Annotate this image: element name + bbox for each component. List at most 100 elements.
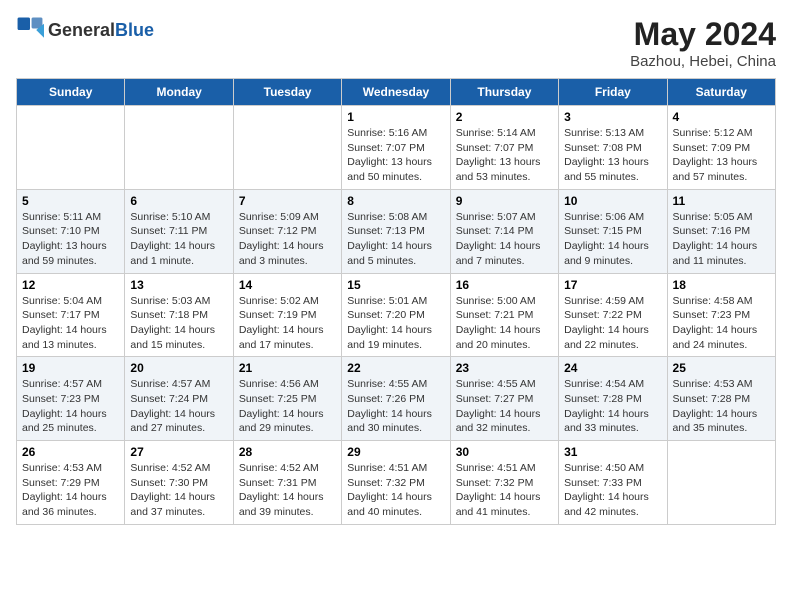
day-number: 30 [456,445,553,459]
day-number: 27 [130,445,227,459]
day-number: 15 [347,278,444,292]
day-info: Sunrise: 4:52 AM Sunset: 7:31 PM Dayligh… [239,461,336,520]
day-number: 31 [564,445,661,459]
calendar-cell: 24 Sunrise: 4:54 AM Sunset: 7:28 PM Dayli… [559,357,667,441]
calendar-cell: 20Sunrise: 4:57 AM Sunset: 7:24 PM Dayli… [125,357,233,441]
day-number: 25 [673,361,770,375]
day-number: 10 [564,194,661,208]
weekday-header-row: SundayMondayTuesdayWednesdayThursdayFrid… [17,79,776,106]
day-number: 26 [22,445,119,459]
day-info: Sunrise: 5:16 AM Sunset: 7:07 PM Dayligh… [347,126,444,185]
day-info: Sunrise: 5:13 AM Sunset: 7:08 PM Dayligh… [564,126,661,185]
day-number: 5 [22,194,119,208]
calendar-cell: 15Sunrise: 5:01 AM Sunset: 7:20 PM Dayli… [342,273,450,357]
day-info: Sunrise: 4:55 AM Sunset: 7:27 PM Dayligh… [456,377,553,436]
day-info: Sunrise: 4:58 AM Sunset: 7:23 PM Dayligh… [673,294,770,353]
calendar-cell: 18 Sunrise: 4:58 AM Sunset: 7:23 PM Dayli… [667,273,775,357]
calendar-cell: 28 Sunrise: 4:52 AM Sunset: 7:31 PM Dayli… [233,441,341,525]
day-number: 19 [22,361,119,375]
calendar-cell: 19 Sunrise: 4:57 AM Sunset: 7:23 PM Dayli… [17,357,125,441]
calendar-cell [17,106,125,190]
day-info: Sunrise: 5:11 AM Sunset: 7:10 PM Dayligh… [22,210,119,269]
calendar-cell: 31Sunrise: 4:50 AM Sunset: 7:33 PM Dayli… [559,441,667,525]
week-row-5: 26Sunrise: 4:53 AM Sunset: 7:29 PM Dayli… [17,441,776,525]
day-info: Sunrise: 5:02 AM Sunset: 7:19 PM Dayligh… [239,294,336,353]
calendar-cell: 12Sunrise: 5:04 AM Sunset: 7:17 PM Dayli… [17,273,125,357]
day-info: Sunrise: 5:07 AM Sunset: 7:14 PM Dayligh… [456,210,553,269]
weekday-header-saturday: Saturday [667,79,775,106]
day-info: Sunrise: 5:09 AM Sunset: 7:12 PM Dayligh… [239,210,336,269]
day-info: Sunrise: 5:12 AM Sunset: 7:09 PM Dayligh… [673,126,770,185]
calendar-cell: 14 Sunrise: 5:02 AM Sunset: 7:19 PM Dayli… [233,273,341,357]
calendar-cell: 21Sunrise: 4:56 AM Sunset: 7:25 PM Dayli… [233,357,341,441]
day-number: 29 [347,445,444,459]
calendar-cell: 4 Sunrise: 5:12 AM Sunset: 7:09 PM Daylig… [667,106,775,190]
day-number: 14 [239,278,336,292]
day-number: 4 [673,110,770,124]
day-info: Sunrise: 4:51 AM Sunset: 7:32 PM Dayligh… [456,461,553,520]
weekday-header-friday: Friday [559,79,667,106]
logo-blue: Blue [115,20,154,41]
day-number: 6 [130,194,227,208]
calendar-cell: 17 Sunrise: 4:59 AM Sunset: 7:22 PM Dayli… [559,273,667,357]
day-info: Sunrise: 4:59 AM Sunset: 7:22 PM Dayligh… [564,294,661,353]
day-number: 9 [456,194,553,208]
day-info: Sunrise: 4:51 AM Sunset: 7:32 PM Dayligh… [347,461,444,520]
week-row-1: 1 Sunrise: 5:16 AM Sunset: 7:07 PM Daylig… [17,106,776,190]
calendar-cell [125,106,233,190]
calendar-cell: 6 Sunrise: 5:10 AM Sunset: 7:11 PM Daylig… [125,189,233,273]
calendar-cell: 3 Sunrise: 5:13 AM Sunset: 7:08 PM Daylig… [559,106,667,190]
day-info: Sunrise: 5:05 AM Sunset: 7:16 PM Dayligh… [673,210,770,269]
day-number: 20 [130,361,227,375]
day-number: 11 [673,194,770,208]
day-number: 24 [564,361,661,375]
day-number: 22 [347,361,444,375]
day-number: 16 [456,278,553,292]
calendar-table: SundayMondayTuesdayWednesdayThursdayFrid… [16,78,776,525]
day-number: 1 [347,110,444,124]
calendar-cell: 16 Sunrise: 5:00 AM Sunset: 7:21 PM Dayli… [450,273,558,357]
day-info: Sunrise: 5:08 AM Sunset: 7:13 PM Dayligh… [347,210,444,269]
calendar-cell: 2Sunrise: 5:14 AM Sunset: 7:07 PM Daylig… [450,106,558,190]
logo-general: General [48,20,115,41]
page-header: GeneralBlue May 2024 Bazhou, Hebei, Chin… [16,16,776,70]
day-number: 12 [22,278,119,292]
month-title: May 2024 [630,16,776,53]
day-info: Sunrise: 5:10 AM Sunset: 7:11 PM Dayligh… [130,210,227,269]
weekday-header-monday: Monday [125,79,233,106]
day-info: Sunrise: 4:55 AM Sunset: 7:26 PM Dayligh… [347,377,444,436]
weekday-header-thursday: Thursday [450,79,558,106]
day-number: 7 [239,194,336,208]
calendar-cell: 1 Sunrise: 5:16 AM Sunset: 7:07 PM Daylig… [342,106,450,190]
logo-text: GeneralBlue [48,20,154,41]
calendar-cell: 5 Sunrise: 5:11 AM Sunset: 7:10 PM Daylig… [17,189,125,273]
weekday-header-tuesday: Tuesday [233,79,341,106]
calendar-cell: 22 Sunrise: 4:55 AM Sunset: 7:26 PM Dayli… [342,357,450,441]
calendar-cell: 9 Sunrise: 5:07 AM Sunset: 7:14 PM Daylig… [450,189,558,273]
calendar-cell: 10 Sunrise: 5:06 AM Sunset: 7:15 PM Dayli… [559,189,667,273]
calendar-cell: 23Sunrise: 4:55 AM Sunset: 7:27 PM Dayli… [450,357,558,441]
day-number: 17 [564,278,661,292]
day-number: 18 [673,278,770,292]
day-number: 28 [239,445,336,459]
day-number: 8 [347,194,444,208]
calendar-cell: 29 Sunrise: 4:51 AM Sunset: 7:32 PM Dayli… [342,441,450,525]
calendar-cell: 11 Sunrise: 5:05 AM Sunset: 7:16 PM Dayli… [667,189,775,273]
day-info: Sunrise: 5:06 AM Sunset: 7:15 PM Dayligh… [564,210,661,269]
logo: GeneralBlue [16,16,154,44]
week-row-2: 5 Sunrise: 5:11 AM Sunset: 7:10 PM Daylig… [17,189,776,273]
calendar-cell [667,441,775,525]
day-info: Sunrise: 4:53 AM Sunset: 7:28 PM Dayligh… [673,377,770,436]
calendar-cell: 30 Sunrise: 4:51 AM Sunset: 7:32 PM Dayli… [450,441,558,525]
day-info: Sunrise: 5:00 AM Sunset: 7:21 PM Dayligh… [456,294,553,353]
day-info: Sunrise: 4:52 AM Sunset: 7:30 PM Dayligh… [130,461,227,520]
calendar-cell: 13Sunrise: 5:03 AM Sunset: 7:18 PM Dayli… [125,273,233,357]
day-number: 3 [564,110,661,124]
calendar-cell: 8 Sunrise: 5:08 AM Sunset: 7:13 PM Daylig… [342,189,450,273]
location-title: Bazhou, Hebei, China [630,53,776,70]
day-info: Sunrise: 4:56 AM Sunset: 7:25 PM Dayligh… [239,377,336,436]
day-info: Sunrise: 4:54 AM Sunset: 7:28 PM Dayligh… [564,377,661,436]
day-info: Sunrise: 4:57 AM Sunset: 7:23 PM Dayligh… [22,377,119,436]
calendar-cell: 25 Sunrise: 4:53 AM Sunset: 7:28 PM Dayli… [667,357,775,441]
weekday-header-wednesday: Wednesday [342,79,450,106]
